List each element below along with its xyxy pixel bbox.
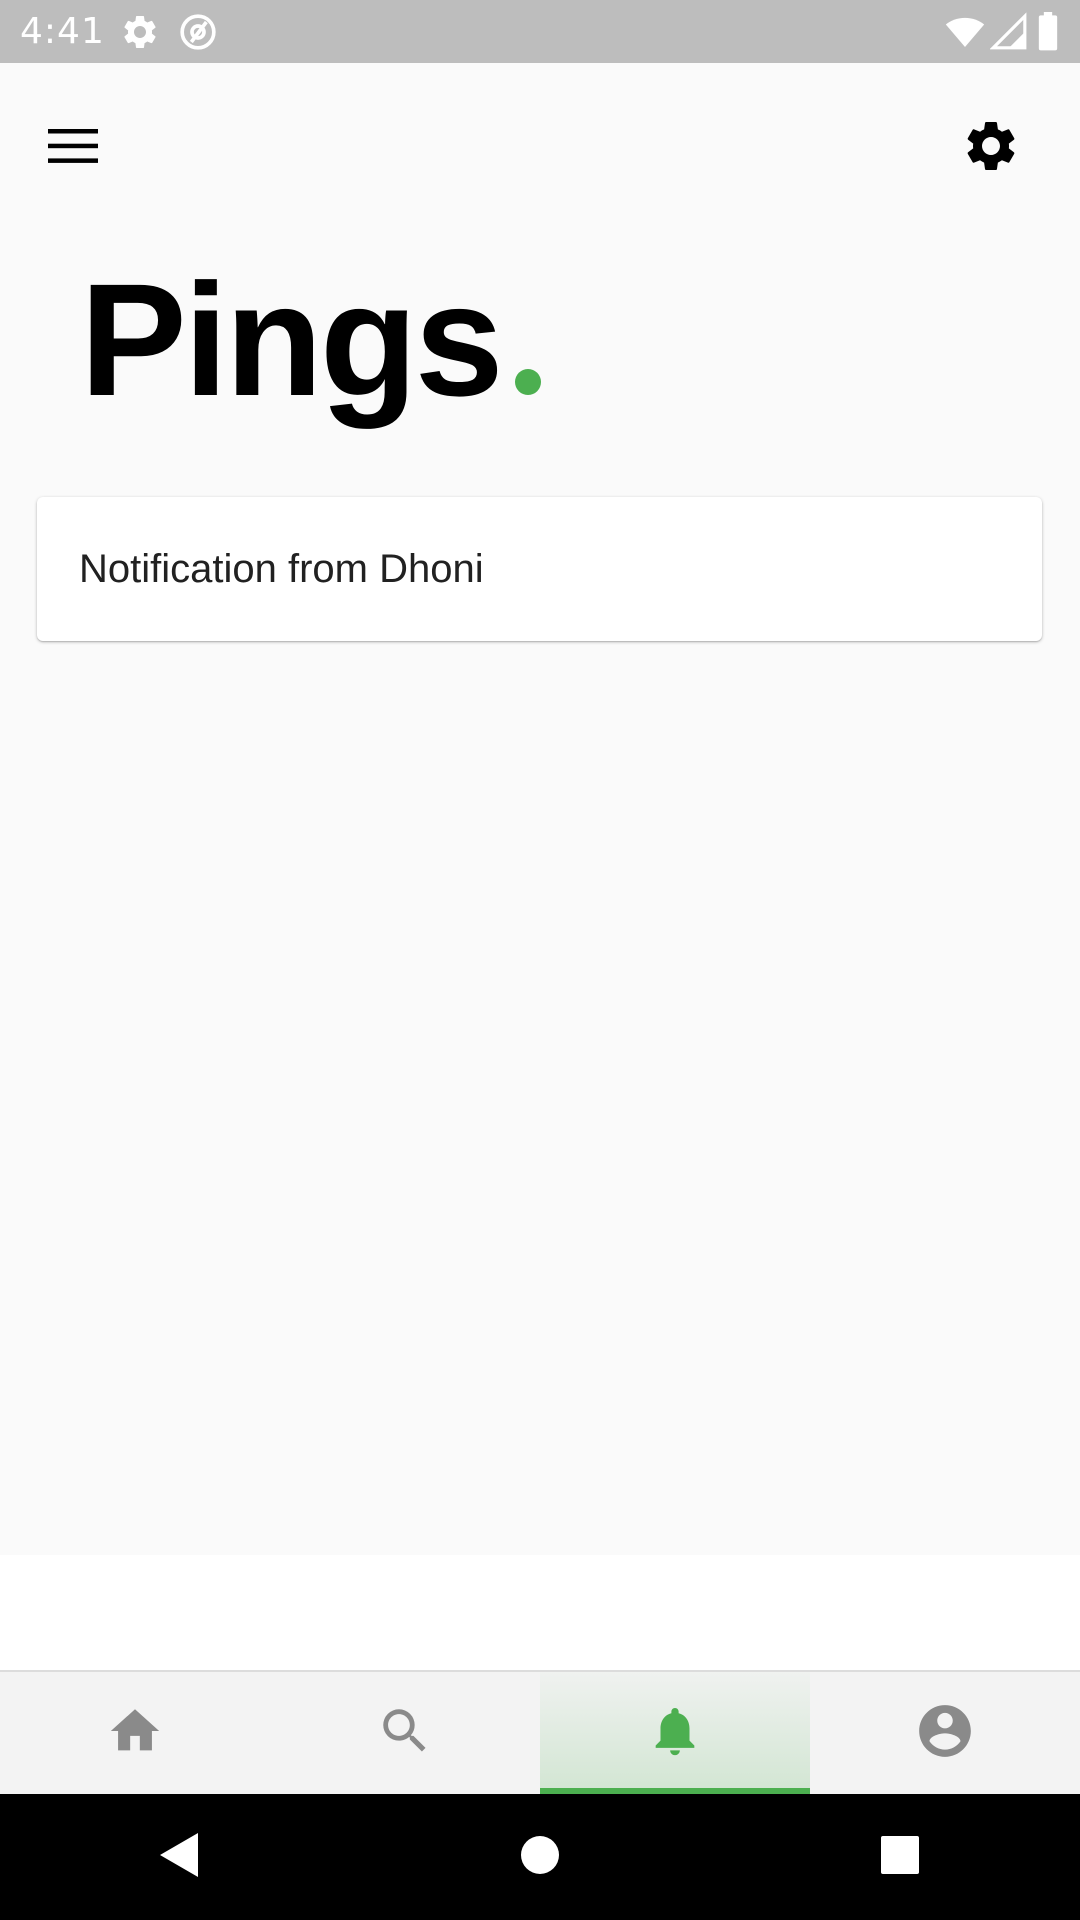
home-icon (106, 1702, 164, 1765)
nav-item-home[interactable] (0, 1672, 270, 1794)
app-bar (0, 63, 1080, 203)
system-back-button[interactable] (120, 1797, 240, 1917)
page-title: Pings (80, 250, 541, 430)
status-bar: 4:41 (0, 0, 1080, 63)
search-icon (376, 1702, 434, 1765)
recents-square-icon (880, 1835, 920, 1880)
notification-text: Notification from Dhoni (79, 546, 484, 591)
battery-icon (1036, 12, 1060, 57)
system-recents-button[interactable] (840, 1797, 960, 1917)
notification-card[interactable]: Notification from Dhoni (37, 497, 1042, 641)
hamburger-menu-icon (48, 128, 98, 169)
cellular-signal-icon (989, 12, 1028, 57)
nav-item-notifications[interactable] (540, 1672, 810, 1794)
status-time: 4:41 (20, 11, 105, 52)
back-icon (158, 1831, 202, 1884)
gear-icon (961, 116, 1021, 181)
bottom-nav (0, 1672, 1080, 1794)
gear-icon (120, 12, 160, 57)
at-sign-icon (178, 12, 218, 57)
page-title-text: Pings (80, 250, 504, 429)
account-circle-icon (914, 1700, 976, 1767)
content-footer-band (0, 1555, 1080, 1672)
wifi-icon (944, 12, 986, 57)
system-nav-bar (0, 1794, 1080, 1920)
nav-item-search[interactable] (270, 1672, 540, 1794)
title-accent-dot (514, 369, 541, 395)
bell-icon (646, 1702, 704, 1765)
settings-button[interactable] (946, 103, 1036, 193)
home-circle-icon (520, 1835, 560, 1880)
menu-button[interactable] (28, 103, 118, 193)
system-home-button[interactable] (480, 1797, 600, 1917)
nav-item-profile[interactable] (810, 1672, 1080, 1794)
